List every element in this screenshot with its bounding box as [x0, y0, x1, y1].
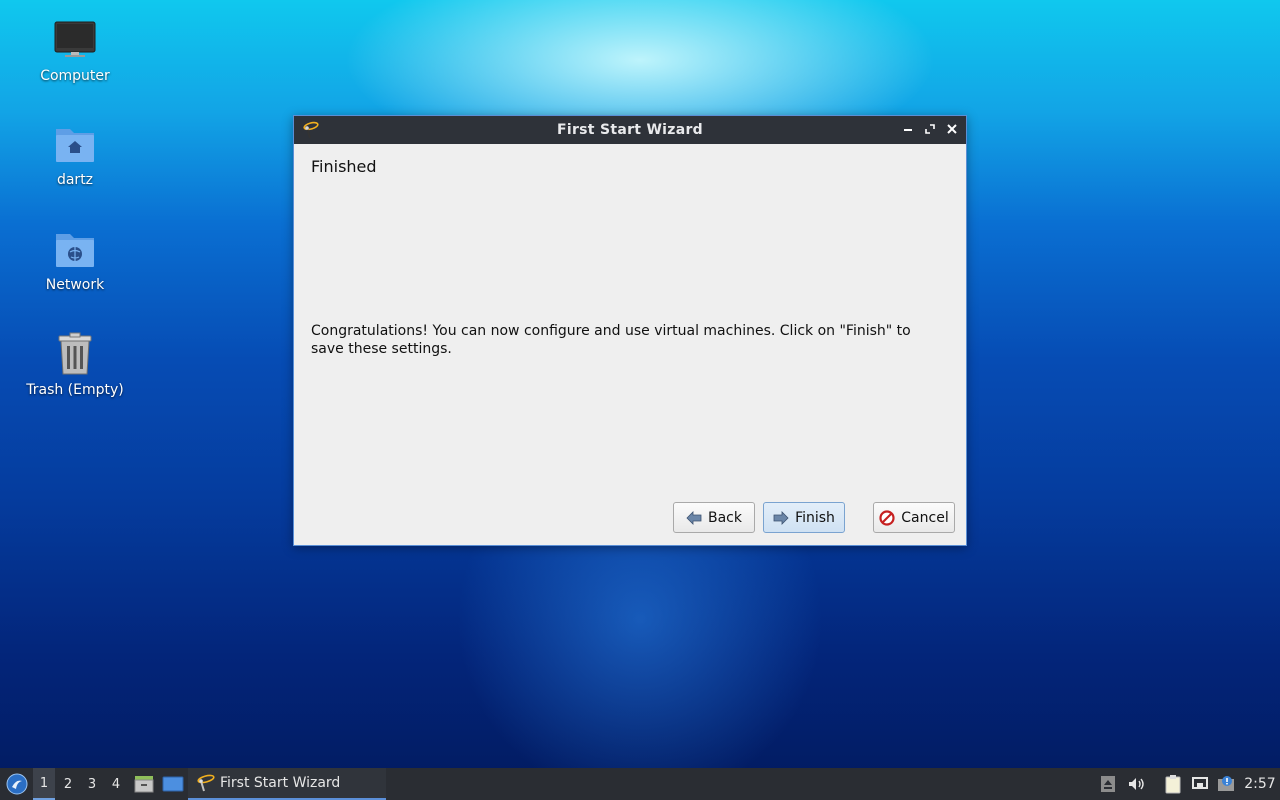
back-button-label: Back: [708, 509, 742, 526]
workspace-3[interactable]: 3: [81, 768, 103, 800]
computer-icon: [51, 16, 99, 64]
home-folder-icon: [51, 120, 99, 168]
eject-icon: [1101, 776, 1115, 792]
page-message: Congratulations! You can now configure a…: [311, 323, 911, 357]
desktop-icon-label: Computer: [40, 68, 110, 84]
workspace-label: 2: [63, 776, 73, 792]
maximize-icon[interactable]: [922, 121, 938, 137]
task-label: First Start Wizard: [220, 775, 341, 791]
network-wired-icon: [1192, 777, 1208, 789]
lubuntu-logo-icon: [6, 773, 28, 795]
wizard-window: First Start Wizard Finished Congratulati…: [293, 115, 967, 546]
virtualbox-app-icon: [197, 774, 215, 792]
page-title: Finished: [311, 157, 377, 176]
network-folder-icon: [51, 225, 99, 273]
finish-button[interactable]: Finish: [763, 502, 845, 533]
close-icon[interactable]: [944, 121, 960, 137]
desktop-icon-trash[interactable]: Trash (Empty): [20, 330, 130, 398]
workspace-label: 4: [111, 776, 121, 792]
file-manager-icon: [134, 776, 154, 793]
virtualbox-app-icon: [300, 120, 320, 140]
workspace-label: 3: [87, 776, 97, 792]
tray-notification-button[interactable]: [1216, 768, 1238, 800]
workspace-1[interactable]: 1: [33, 768, 55, 800]
notification-icon: [1218, 776, 1234, 791]
desktop-icon-label: dartz: [56, 172, 94, 188]
desktop-icon-network[interactable]: Network: [20, 225, 130, 293]
workspace-4[interactable]: 4: [105, 768, 127, 800]
clock-time: 2:57: [1244, 776, 1276, 792]
trash-icon: [51, 330, 99, 378]
desktop-icon-label: Network: [45, 277, 105, 293]
window-title: First Start Wizard: [556, 122, 704, 138]
workspace-2[interactable]: 2: [57, 768, 79, 800]
taskbar-task-wizard[interactable]: First Start Wizard: [188, 768, 386, 800]
tray-volume-button[interactable]: [1126, 768, 1146, 800]
arrow-left-icon: [686, 510, 702, 525]
start-menu-button[interactable]: [4, 768, 30, 800]
volume-icon: [1129, 778, 1144, 790]
tray-clipboard-button[interactable]: [1163, 768, 1183, 800]
back-button[interactable]: Back: [673, 502, 755, 533]
workspace-label: 1: [39, 775, 49, 791]
minimize-icon[interactable]: [900, 121, 916, 137]
clipboard-icon: [1165, 775, 1181, 794]
desktop-icon-home[interactable]: dartz: [20, 120, 130, 188]
show-desktop-button[interactable]: [160, 768, 186, 800]
desktop-icon-label: Trash (Empty): [26, 382, 124, 398]
cancel-button-label: Cancel: [901, 509, 949, 526]
taskbar: 1 2 3 4 First Start Wizard 2:57: [0, 768, 1280, 800]
arrow-right-icon: [773, 510, 789, 525]
tray-network-button[interactable]: [1190, 768, 1210, 800]
desktop-icon: [162, 776, 184, 792]
cancel-icon: [879, 509, 895, 526]
file-manager-launcher[interactable]: [132, 768, 156, 800]
finish-button-label: Finish: [795, 509, 835, 526]
clock[interactable]: 2:57: [1242, 768, 1278, 800]
window-titlebar[interactable]: First Start Wizard: [294, 116, 966, 144]
cancel-button[interactable]: Cancel: [873, 502, 955, 533]
tray-eject-button[interactable]: [1098, 768, 1118, 800]
desktop-icon-computer[interactable]: Computer: [20, 16, 130, 84]
